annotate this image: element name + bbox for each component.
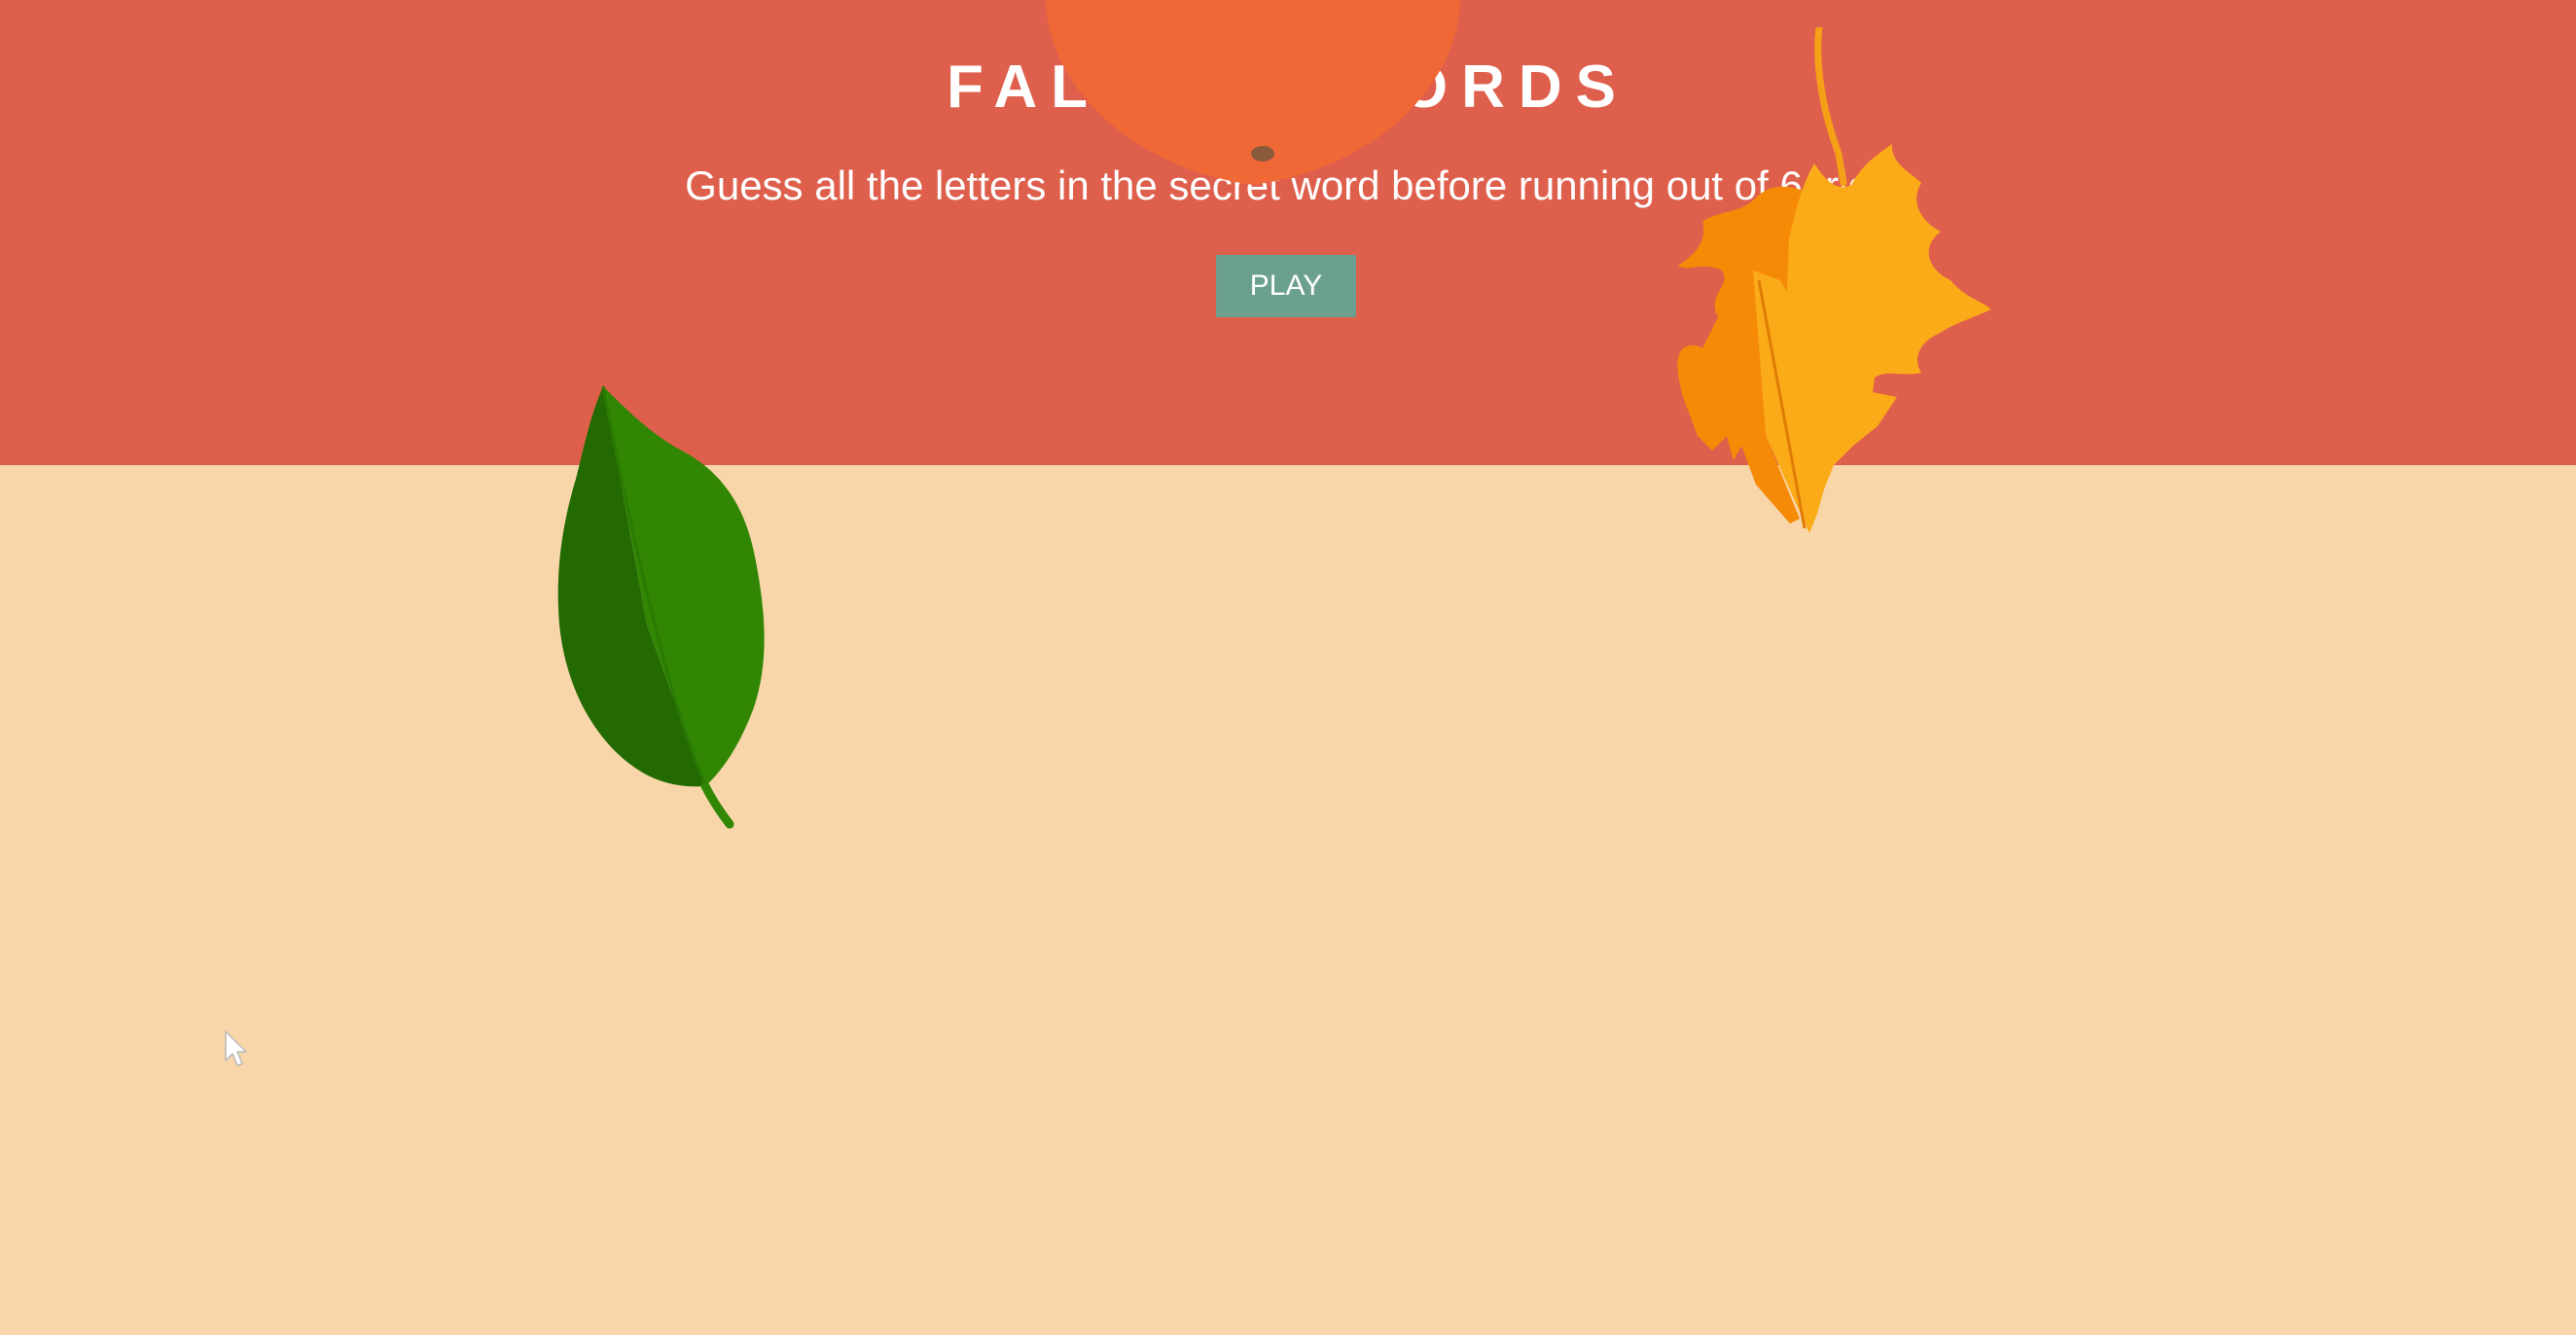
play-button[interactable]: PLAY xyxy=(1216,255,1356,317)
maple-leaf-icon xyxy=(1677,27,1991,533)
game-area xyxy=(0,465,2576,1335)
game-screen: FALLING WORDS Guess all the letters in t… xyxy=(0,0,2576,1335)
green-leaf-icon xyxy=(557,385,765,829)
mouse-cursor-icon xyxy=(225,1030,247,1066)
apple-icon xyxy=(1046,0,1460,185)
